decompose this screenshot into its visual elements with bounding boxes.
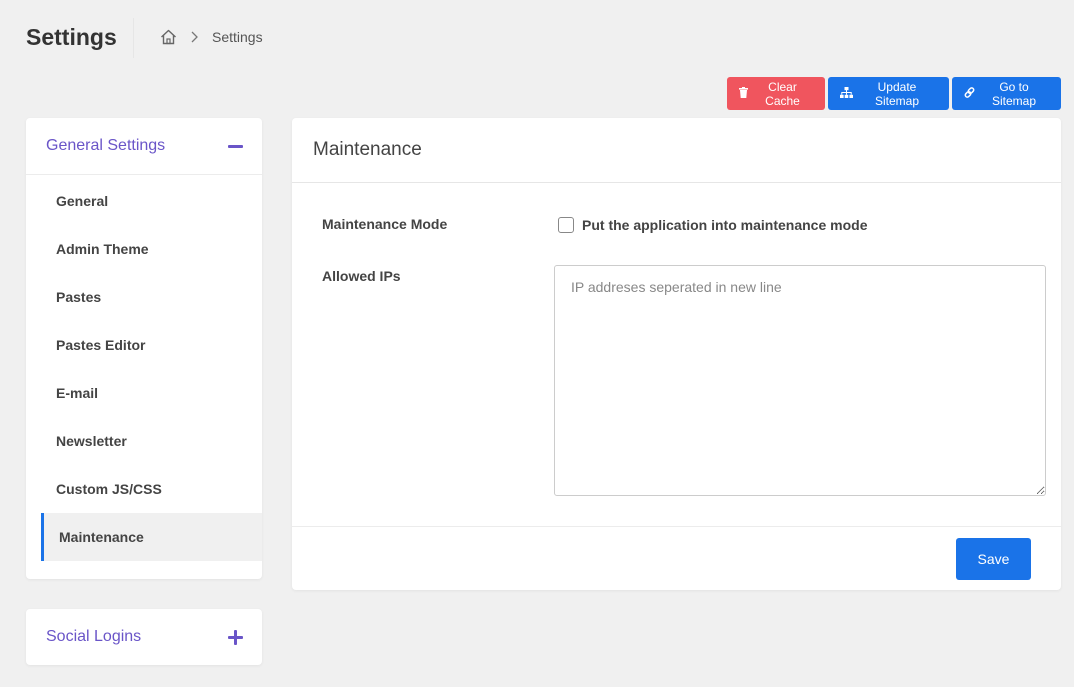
general-settings-title: General Settings bbox=[46, 137, 166, 154]
clear-cache-label: Clear Cache bbox=[765, 79, 800, 108]
allowed-ips-label: Allowed IPs bbox=[322, 268, 401, 284]
breadcrumb-current: Settings bbox=[212, 29, 263, 45]
toolbar: Clear Cache Update Sitemap Go to Sitemap bbox=[727, 77, 1061, 110]
page-title: Settings bbox=[26, 24, 117, 50]
general-settings-panel: General Settings General Admin Theme Pas… bbox=[26, 118, 262, 579]
update-sitemap-label: Update Sitemap bbox=[874, 79, 920, 108]
sidebar-item-custom-js-css[interactable]: Custom JS/CSS bbox=[26, 465, 262, 513]
minus-icon[interactable] bbox=[228, 144, 243, 148]
home-icon[interactable] bbox=[160, 29, 177, 45]
general-settings-list: General Admin Theme Pastes Pastes Editor… bbox=[26, 175, 262, 561]
breadcrumb: Settings bbox=[160, 29, 263, 45]
update-sitemap-button[interactable]: Update Sitemap bbox=[828, 77, 949, 110]
go-to-sitemap-button[interactable]: Go to Sitemap bbox=[952, 77, 1061, 110]
sidebar-item-email[interactable]: E-mail bbox=[26, 369, 262, 417]
title-divider bbox=[133, 18, 134, 58]
footer-divider bbox=[292, 526, 1061, 527]
chevron-right-icon bbox=[191, 31, 198, 43]
social-logins-panel[interactable]: Social Logins bbox=[26, 609, 262, 665]
allowed-ips-textarea[interactable] bbox=[554, 265, 1046, 496]
go-to-sitemap-label: Go to Sitemap bbox=[991, 79, 1037, 108]
clear-cache-button[interactable]: Clear Cache bbox=[727, 77, 825, 110]
sidebar-item-admin-theme[interactable]: Admin Theme bbox=[26, 225, 262, 273]
maintenance-mode-checkbox[interactable] bbox=[558, 217, 574, 233]
sidebar-item-maintenance[interactable]: Maintenance bbox=[41, 513, 262, 561]
general-settings-header[interactable]: General Settings bbox=[26, 118, 262, 175]
save-button[interactable]: Save bbox=[956, 538, 1031, 580]
sidebar-item-newsletter[interactable]: Newsletter bbox=[26, 417, 262, 465]
maintenance-panel: Maintenance Maintenance Mode Put the app… bbox=[292, 118, 1061, 590]
social-logins-title: Social Logins bbox=[46, 628, 142, 645]
sidebar-item-pastes[interactable]: Pastes bbox=[26, 273, 262, 321]
sidebar-item-general[interactable]: General bbox=[26, 177, 262, 225]
sitemap-icon bbox=[840, 86, 853, 101]
maintenance-mode-option[interactable]: Put the application into maintenance mod… bbox=[558, 217, 867, 233]
trash-icon bbox=[739, 86, 748, 101]
link-icon bbox=[964, 86, 975, 101]
sidebar-item-pastes-editor[interactable]: Pastes Editor bbox=[26, 321, 262, 369]
maintenance-mode-checkbox-label: Put the application into maintenance mod… bbox=[582, 217, 868, 233]
plus-icon[interactable] bbox=[228, 629, 243, 645]
maintenance-mode-label: Maintenance Mode bbox=[322, 216, 448, 232]
panel-title: Maintenance bbox=[292, 118, 1061, 183]
